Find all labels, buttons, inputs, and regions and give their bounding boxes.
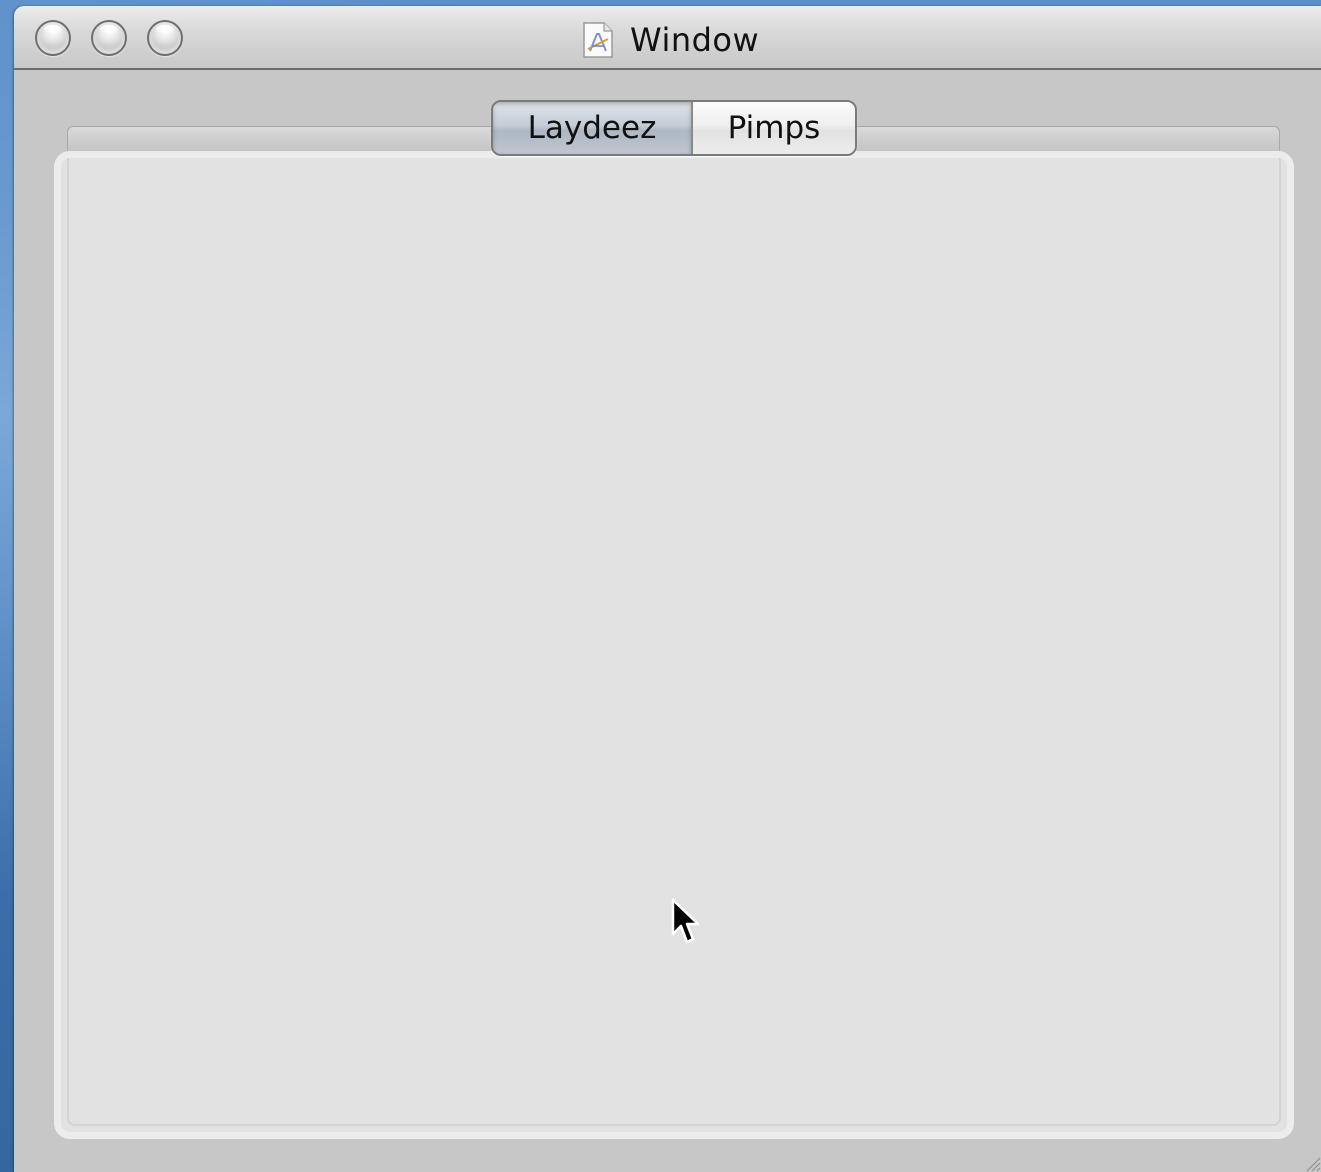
app-document-icon bbox=[583, 22, 613, 58]
resize-grip-icon[interactable] bbox=[1303, 1154, 1321, 1172]
window-title-group: Window bbox=[582, 20, 759, 60]
tab-view-content bbox=[54, 151, 1294, 1139]
window-title: Window bbox=[630, 21, 760, 59]
title-bar[interactable]: Window bbox=[14, 6, 1321, 70]
tab-view-inner-border bbox=[67, 158, 1281, 1126]
mouse-pointer-icon bbox=[671, 898, 700, 944]
tab-segmented-control: Laydeez Pimps bbox=[491, 100, 857, 156]
minimize-button[interactable] bbox=[91, 20, 127, 56]
app-window: Window Laydeez Pimps bbox=[14, 6, 1321, 1172]
tab-laydeez[interactable]: Laydeez bbox=[493, 102, 693, 154]
tab-pimps[interactable]: Pimps bbox=[693, 102, 855, 154]
close-button[interactable] bbox=[35, 20, 71, 56]
zoom-button[interactable] bbox=[147, 20, 183, 56]
